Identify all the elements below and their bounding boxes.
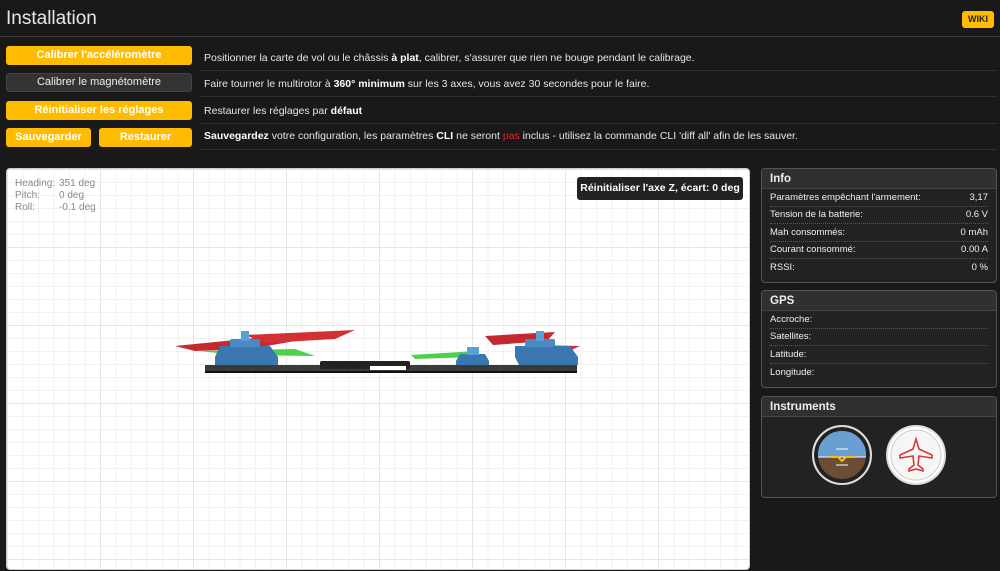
quadcopter-model-icon [175,330,580,373]
info-row: RSSI: 0 % [770,262,988,274]
restore-button[interactable]: Restaurer [99,128,192,147]
divider [200,96,997,97]
backup-description: Sauvegardez votre configuration, les par… [204,130,798,142]
header: Installation WIKI [0,0,1000,40]
calibrate-magnetometer-button[interactable]: Calibrer le magnétomètre [6,73,192,92]
reset-settings-description: Restaurer les réglages par défaut [204,105,363,117]
header-divider [0,36,1000,37]
info-row: Courant consommé: 0.00 A [770,242,988,259]
info-row: Paramètres empêchant l'armement: 3,17 [770,189,988,207]
gps-row: Satellites: [770,329,988,346]
gps-row: Latitude: [770,346,988,364]
info-row: Tension de la batterie: 0.6 V [770,207,988,224]
roll-value: -0.1 deg [59,202,96,213]
page-title: Installation [6,8,97,29]
gps-row: Longitude: [770,366,815,378]
instruments-panel-title: Instruments [762,397,996,417]
reset-z-axis-button[interactable]: Réinitialiser l'axe Z, écart: 0 deg [577,177,743,200]
calibrate-magnetometer-description: Faire tourner le multirotor à 360° minim… [204,78,650,90]
instruments-panel: Instruments [761,396,997,498]
gps-panel-title: GPS [762,291,996,311]
attitude-indicator-icon [812,425,872,485]
gps-row: Accroche: [770,311,988,329]
info-panel-title: Info [762,169,996,189]
info-panel: Info Paramètres empêchant l'armement: 3,1… [761,168,997,283]
divider [200,149,997,150]
attitude-readout: Heading: 351 deg Pitch: 0 deg Roll: -0.1 de… [15,178,96,213]
pitch-value: 0 deg [59,190,85,201]
model-view[interactable]: Heading: 351 deg Pitch: 0 deg Roll: -0.1 de… [6,168,750,570]
backup-button[interactable]: Sauvegarder [6,128,91,147]
reset-settings-button[interactable]: Réinitialiser les réglages [6,101,192,120]
heading-value: 351 deg [59,178,96,189]
divider [200,70,997,71]
heading-indicator-icon [886,425,946,485]
calibrate-accelerometer-button[interactable]: Calibrer l'accéléromètre [6,46,192,65]
info-row: Mah consommés: 0 mAh [770,224,988,242]
wiki-button[interactable]: WIKI [962,11,994,28]
divider [200,123,997,124]
gps-panel: GPS Accroche: Satellites: Latitude: Long… [761,290,997,388]
calibrate-accelerometer-description: Positionner la carte de vol ou le châssi… [204,52,695,64]
